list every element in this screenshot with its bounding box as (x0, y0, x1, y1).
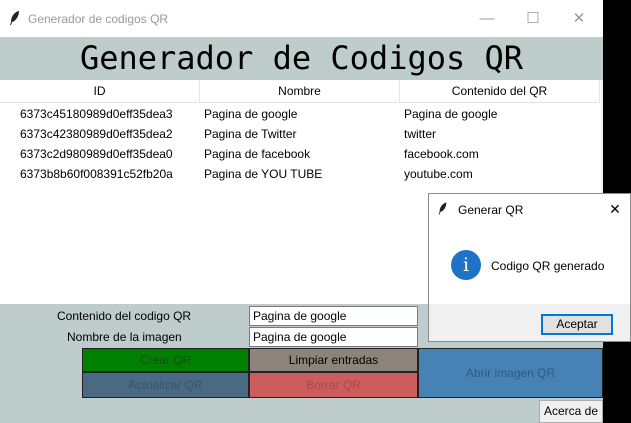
clear-entries-button[interactable]: Limpiar entradas (249, 348, 418, 372)
cell-contenido: facebook.com (404, 147, 479, 161)
column-header-contenido[interactable]: Contenido del QR (400, 80, 600, 103)
cell-contenido: Pagina de google (404, 107, 498, 121)
image-name-label: Nombre de la imagen (67, 330, 182, 344)
column-header-nombre[interactable]: Nombre (200, 80, 400, 103)
image-name-input[interactable]: Pagina de google (249, 327, 418, 347)
dialog-message: Codigo QR generado (491, 259, 605, 273)
feather-icon (438, 202, 447, 215)
maximize-button[interactable]: ☐ (510, 0, 556, 37)
dialog-close-button[interactable]: ✕ (604, 199, 626, 219)
minimize-button[interactable]: — (464, 0, 510, 37)
dialog-title: Generar QR (458, 203, 524, 217)
create-qr-button[interactable]: Crear QR (82, 348, 249, 372)
cell-nombre: Pagina de facebook (204, 147, 311, 161)
cell-id: 6373c42380989d0eff35dea2 (20, 127, 173, 141)
page-title: Generador de Codigos QR (79, 39, 524, 77)
desktop-background (603, 0, 631, 193)
cell-id: 6373b8b60f008391c52fb20a (20, 167, 173, 181)
cell-contenido: youtube.com (404, 167, 473, 181)
feather-icon (10, 11, 19, 25)
column-header-id[interactable]: ID (0, 80, 200, 103)
table-row[interactable]: 6373c2d980989d0eff35dea0 Pagina de faceb… (0, 144, 600, 164)
cell-nombre: Pagina de Twitter (204, 127, 297, 141)
delete-qr-button[interactable]: Borrar QR (249, 372, 418, 398)
cell-nombre: Pagina de google (204, 107, 298, 121)
ok-button[interactable]: Aceptar (541, 314, 613, 335)
open-qr-image-button[interactable]: Abrir imagen QR (418, 348, 603, 398)
close-button[interactable]: ✕ (556, 0, 602, 37)
update-qr-button[interactable]: Actualizar QR (82, 372, 249, 398)
window-title: Generador de codigos QR (28, 12, 169, 26)
table-row[interactable]: 6373c45180989d0eff35dea3 Pagina de googl… (0, 104, 600, 124)
about-button[interactable]: Acerca de (539, 400, 603, 423)
table-row[interactable]: 6373b8b60f008391c52fb20a Pagina de YOU T… (0, 164, 600, 184)
cell-id: 6373c45180989d0eff35dea3 (20, 107, 173, 121)
info-icon: i (451, 250, 481, 280)
content-label: Contenido del codigo QR (57, 309, 192, 323)
cell-id: 6373c2d980989d0eff35dea0 (20, 147, 173, 161)
content-input[interactable]: Pagina de google (249, 306, 418, 326)
cell-contenido: twitter (404, 127, 437, 141)
cell-nombre: Pagina de YOU TUBE (204, 167, 323, 181)
table-row[interactable]: 6373c42380989d0eff35dea2 Pagina de Twitt… (0, 124, 600, 144)
